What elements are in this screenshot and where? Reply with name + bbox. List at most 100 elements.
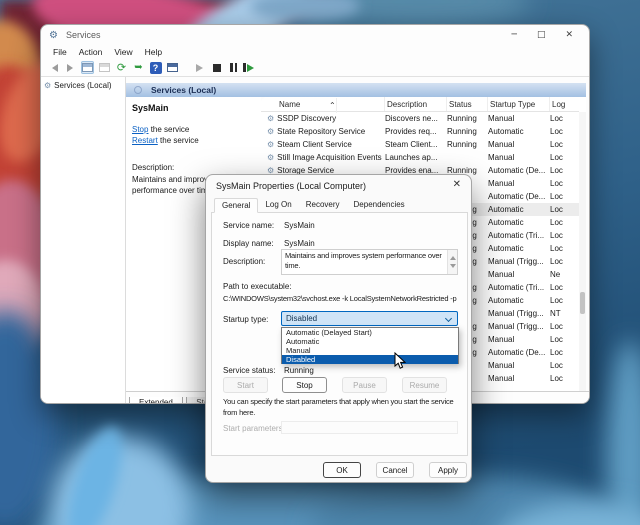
menu-view[interactable]: View: [108, 47, 138, 57]
cell-logon: Loc: [550, 177, 579, 190]
tab-extended[interactable]: Extended: [129, 397, 183, 404]
menu-help[interactable]: Help: [139, 47, 168, 57]
service-name-text: Still Image Acquisition Events: [277, 151, 382, 164]
back-icon[interactable]: [47, 61, 60, 74]
pause-service-icon[interactable]: [227, 61, 240, 74]
cancel-button[interactable]: Cancel: [376, 462, 414, 478]
description-label: Description:: [132, 163, 174, 172]
tab-log-on[interactable]: Log On: [258, 198, 298, 213]
apply-button[interactable]: Apply: [429, 462, 467, 478]
cell-status: Running: [447, 125, 488, 138]
window-title: Services: [66, 30, 101, 40]
sort-ascending-icon: ⌃: [327, 98, 337, 113]
show-console-tree-icon[interactable]: [81, 61, 94, 74]
tree-item-label: Services (Local): [54, 81, 111, 90]
cell-startup-type: Automatic: [488, 242, 550, 255]
service-name-text: State Repository Service: [277, 125, 365, 138]
export-list-icon[interactable]: ➥: [132, 61, 145, 74]
path-value: C:\WINDOWS\system32\svchost.exe -k Local…: [223, 294, 461, 303]
column-header-logon[interactable]: Log: [550, 97, 579, 111]
cell-description: Steam Client...: [385, 138, 447, 151]
menu-bar: File Action View Help: [41, 45, 589, 59]
cell-startup-type: Manual: [488, 268, 550, 281]
cell-startup-type: Automatic: [488, 125, 550, 138]
cell-startup-type: Manual: [488, 112, 550, 125]
selected-service-name: SysMain: [132, 103, 169, 113]
option-manual[interactable]: Manual: [282, 346, 458, 355]
table-row[interactable]: ⚙Steam Client ServiceSteam Client...Runn…: [261, 138, 579, 151]
cell-logon: Loc: [550, 151, 579, 164]
restart-service-link[interactable]: Restart: [132, 136, 158, 145]
cell-logon: Loc: [550, 372, 579, 385]
cell-logon: Loc: [550, 281, 579, 294]
tab-dependencies[interactable]: Dependencies: [347, 198, 412, 213]
column-header-status[interactable]: Status: [447, 97, 488, 111]
help-icon[interactable]: ?: [149, 61, 162, 74]
description-textarea[interactable]: Maintains and improves system performanc…: [281, 249, 458, 275]
service-name-value: SysMain: [284, 221, 315, 230]
service-status-label: Service status:: [223, 366, 275, 375]
stop-button[interactable]: Stop: [282, 377, 327, 393]
cell-startup-type: Automatic (De...: [488, 190, 550, 203]
service-icon: ⚙: [267, 115, 274, 123]
ok-button[interactable]: OK: [323, 462, 361, 478]
table-row[interactable]: ⚙Still Image Acquisition EventsLaunches …: [261, 151, 579, 164]
option-automatic[interactable]: Automatic: [282, 337, 458, 346]
cell-startup-type: Manual: [488, 138, 550, 151]
tab-recovery[interactable]: Recovery: [299, 198, 347, 213]
scroll-down-icon[interactable]: [450, 264, 456, 271]
banner-icon: [134, 86, 142, 94]
title-bar[interactable]: ⚙ Services ─ □ ✕: [41, 25, 589, 45]
tree-item-services-local[interactable]: ⚙ Services (Local): [41, 77, 125, 94]
startup-type-value: Disabled: [286, 314, 317, 323]
dialog-close-icon[interactable]: ✕: [453, 179, 461, 190]
close-icon[interactable]: ✕: [565, 25, 573, 45]
column-header-startup-type[interactable]: Startup Type: [488, 97, 550, 111]
table-row[interactable]: ⚙SSDP DiscoveryDiscovers ne...RunningMan…: [261, 112, 579, 125]
column-header-name[interactable]: Name: [261, 97, 385, 111]
column-header-description[interactable]: Description: [385, 97, 447, 111]
startup-type-dropdown[interactable]: Disabled: [281, 311, 458, 326]
resume-button[interactable]: Resume: [402, 377, 447, 393]
maximize-icon[interactable]: □: [537, 25, 546, 45]
menu-action[interactable]: Action: [73, 47, 109, 57]
services-node-icon: ⚙: [44, 82, 51, 90]
mouse-cursor: [394, 352, 406, 375]
menu-file[interactable]: File: [47, 47, 73, 57]
desktop: { "window": { "title": "Services", "menu…: [0, 0, 640, 525]
display-name-value: SysMain: [284, 239, 315, 248]
cell-logon: Ne: [550, 268, 579, 281]
forward-icon[interactable]: [64, 61, 77, 74]
cell-startup-type: Automatic (Tri...: [488, 281, 550, 294]
cell-name: ⚙Steam Client Service: [261, 138, 385, 151]
start-button[interactable]: Start: [223, 377, 268, 393]
start-parameters-input[interactable]: [281, 421, 458, 434]
minimize-icon[interactable]: ─: [512, 25, 517, 45]
table-row[interactable]: ⚙State Repository ServiceProvides req...…: [261, 125, 579, 138]
cell-logon: Loc: [550, 333, 579, 346]
show-action-pane-icon[interactable]: [166, 61, 179, 74]
service-name-label: Service name:: [223, 221, 274, 230]
cell-startup-type: Automatic: [488, 216, 550, 229]
cell-startup-type: Manual: [488, 151, 550, 164]
scrollbar-thumb[interactable]: [580, 292, 585, 314]
start-service-icon[interactable]: [193, 61, 206, 74]
cell-name: ⚙SSDP Discovery: [261, 112, 385, 125]
toolbar: ⟳ ➥ ?: [41, 59, 589, 77]
stop-service-icon[interactable]: [210, 61, 223, 74]
pause-button[interactable]: Pause: [342, 377, 387, 393]
cell-description: Launches ap...: [385, 151, 447, 164]
scroll-up-icon[interactable]: [450, 253, 456, 260]
list-scrollbar[interactable]: [579, 112, 586, 391]
stop-service-link[interactable]: Stop: [132, 125, 148, 134]
refresh-icon[interactable]: ⟳: [115, 61, 128, 74]
cell-logon: Loc: [550, 216, 579, 229]
option-disabled[interactable]: Disabled: [282, 355, 458, 364]
cell-startup-type: Automatic (De...: [488, 164, 550, 177]
properties-icon[interactable]: [98, 61, 111, 74]
restart-service-icon[interactable]: [244, 61, 257, 74]
option-automatic-delayed-start[interactable]: Automatic (Delayed Start): [282, 328, 458, 337]
textarea-scrollbar[interactable]: [447, 250, 457, 274]
stop-link-suffix: the service: [148, 125, 189, 134]
tab-general[interactable]: General: [214, 198, 258, 213]
